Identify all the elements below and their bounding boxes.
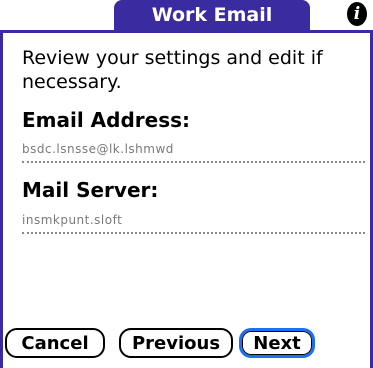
info-icon-glyph: i — [353, 4, 361, 24]
work-email-setup-screen: Work Email i Review your settings and ed… — [0, 0, 373, 368]
title-tab: Work Email — [114, 0, 310, 30]
info-icon[interactable]: i — [347, 2, 367, 26]
previous-button[interactable]: Previous — [119, 328, 233, 358]
mail-server-field[interactable]: insmkpunt.sloft — [22, 208, 365, 234]
intro-text: Review your settings and edit if necessa… — [22, 47, 323, 93]
mail-server-label: Mail Server: — [22, 178, 159, 202]
next-button[interactable]: Next — [239, 328, 315, 358]
title-bar: Work Email i — [0, 0, 373, 30]
email-address-label: Email Address: — [22, 108, 191, 132]
cancel-button[interactable]: Cancel — [5, 328, 105, 358]
email-address-field[interactable]: bsdc.lsnsse@lk.lshmwd — [22, 137, 365, 163]
page-title: Work Email — [151, 4, 273, 26]
